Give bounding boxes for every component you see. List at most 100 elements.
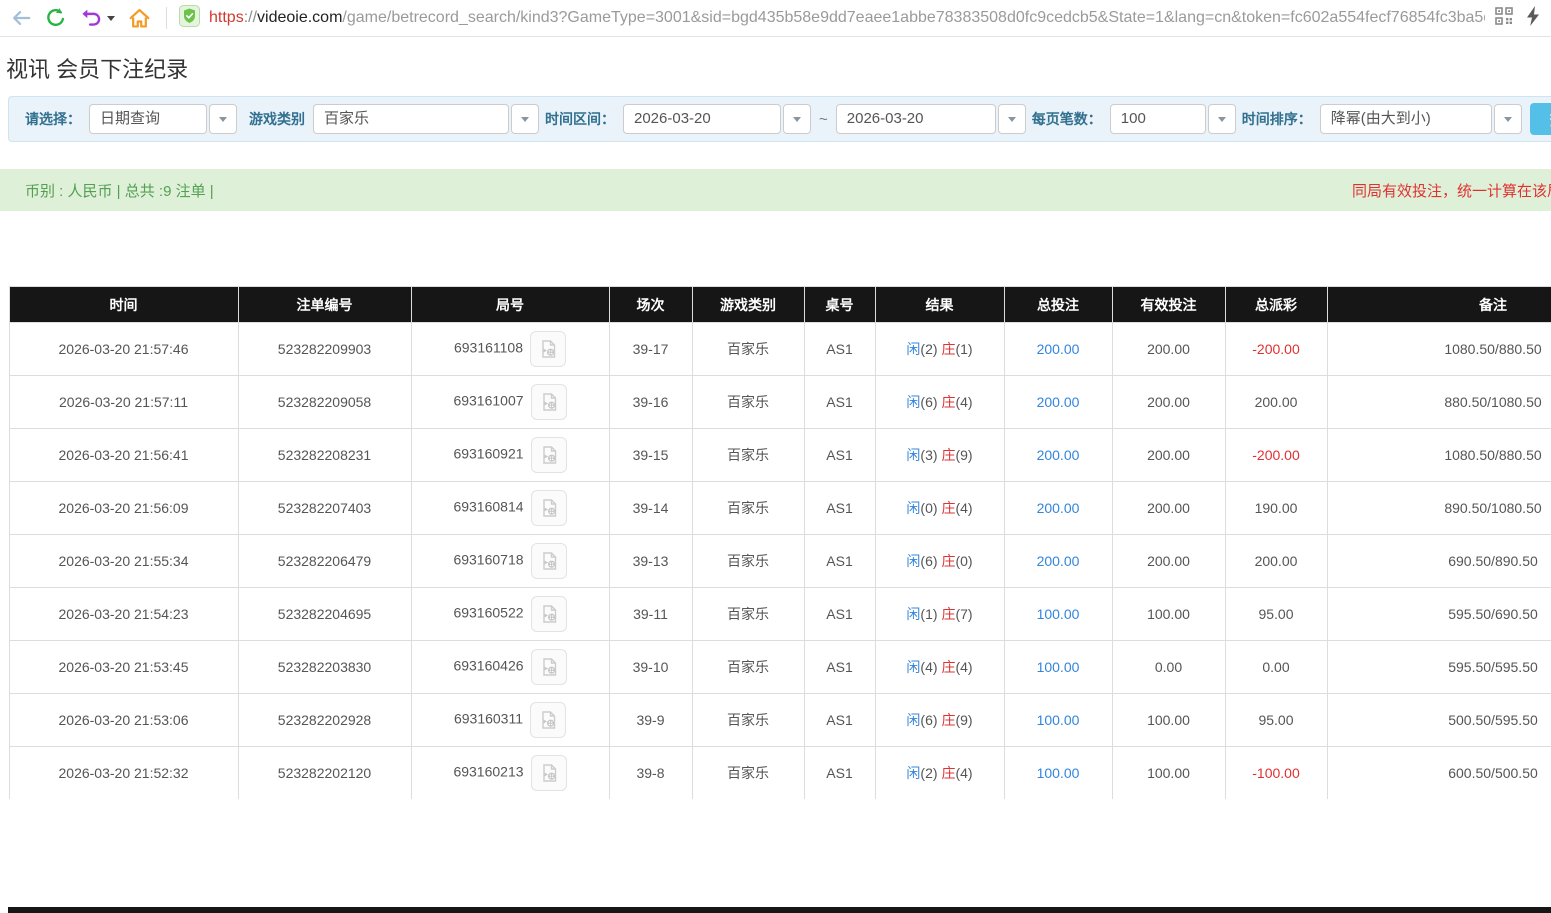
chevron-down-icon — [1218, 117, 1226, 122]
round-number: 693161007 — [453, 393, 523, 409]
refresh-icon[interactable] — [45, 7, 67, 29]
game-type-value[interactable]: 百家乐 — [313, 104, 509, 134]
date-to-dropdown-button[interactable] — [998, 104, 1026, 134]
result-player-points: (1) — [920, 606, 937, 622]
cell-result: 闲(3) 庄(9) — [875, 429, 1004, 482]
cell-table-no: AS1 — [804, 376, 875, 429]
undo-dropdown-caret[interactable] — [107, 16, 115, 21]
result-banker: 庄 — [941, 447, 955, 463]
sort-dropdown-button[interactable] — [1494, 104, 1522, 134]
total-valid-bet: 1300.00 — [1112, 853, 1225, 906]
back-icon[interactable] — [10, 7, 32, 29]
range-separator: ~ — [819, 111, 828, 128]
cell-total-bet[interactable]: 100.00 — [1004, 588, 1112, 641]
query-type-dropdown-button[interactable] — [209, 104, 237, 134]
video-replay-button[interactable] — [531, 543, 567, 579]
query-type-value[interactable]: 日期查询 — [89, 104, 207, 134]
cell-total-bet[interactable]: 200.00 — [1004, 535, 1112, 588]
result-banker-points: (1) — [955, 341, 972, 357]
cell-session: 39-14 — [609, 482, 692, 535]
game-type-dropdown-button[interactable] — [511, 104, 539, 134]
url-scheme: https — [209, 9, 244, 27]
cell-total-bet[interactable]: 200.00 — [1004, 376, 1112, 429]
video-replay-button[interactable] — [531, 384, 567, 420]
cell-round: 693161108 — [411, 323, 609, 376]
cell-session: 39-8 — [609, 747, 692, 800]
cell-game-type: 百家乐 — [692, 747, 804, 800]
records-table-wrap: 时间 注单编号 局号 场次 游戏类别 桌号 结果 总投注 有效投注 总派彩 备注… — [8, 286, 1551, 913]
chevron-down-icon — [521, 117, 529, 122]
video-replay-button[interactable] — [531, 437, 567, 473]
security-shield-icon[interactable] — [179, 5, 200, 32]
video-replay-button[interactable] — [531, 596, 567, 632]
cell-payout: 95.00 — [1225, 588, 1327, 641]
table-row: 2026-03-20 21:55:34 523282206479 6931607… — [9, 535, 1551, 588]
result-banker: 庄 — [941, 341, 955, 357]
sort-value[interactable]: 降幂(由大到小) — [1320, 104, 1492, 134]
cell-total-bet[interactable]: 200.00 — [1004, 323, 1112, 376]
page-size-dropdown-button[interactable] — [1208, 104, 1236, 134]
chevron-down-icon — [1504, 117, 1512, 122]
round-number: 693160213 — [453, 763, 523, 779]
cell-valid-bet: 200.00 — [1112, 535, 1225, 588]
cell-bet-id: 523282202120 — [238, 747, 411, 800]
cell-bet-id: 523282207403 — [238, 482, 411, 535]
video-replay-button[interactable] — [530, 702, 566, 738]
result-player: 闲 — [906, 765, 920, 781]
table-row: 2026-03-20 21:57:11 523282209058 6931610… — [9, 376, 1551, 429]
table-header-row: 时间 注单编号 局号 场次 游戏类别 桌号 结果 总投注 有效投注 总派彩 备注 — [9, 287, 1551, 323]
cell-total-bet[interactable]: 100.00 — [1004, 641, 1112, 694]
address-bar[interactable]: https://videoie.com/game/betrecord_searc… — [179, 5, 1541, 32]
result-banker-points: (4) — [955, 659, 972, 675]
cell-valid-bet: 100.00 — [1112, 694, 1225, 747]
page-size-value[interactable]: 100 — [1110, 104, 1206, 134]
cell-remark: 600.50/500.50 — [1327, 747, 1551, 800]
cell-total-bet[interactable]: 200.00 — [1004, 482, 1112, 535]
cell-result: 闲(2) 庄(4) — [875, 747, 1004, 800]
date-from-value[interactable]: 2026-03-20 — [623, 104, 781, 134]
cell-result: 闲(6) 庄(4) — [875, 376, 1004, 429]
filter-bar: 请选择： 日期查询 游戏类别 百家乐 时间区间： 2026-03-20 ~ 20… — [8, 96, 1551, 142]
cell-session: 39-13 — [609, 535, 692, 588]
date-to-value[interactable]: 2026-03-20 — [836, 104, 996, 134]
cell-result: 闲(0) 庄(4) — [875, 482, 1004, 535]
subtotal-count: 9 — [238, 800, 411, 853]
header-payout: 总派彩 — [1225, 287, 1327, 323]
cell-game-type: 百家乐 — [692, 694, 804, 747]
cell-round: 693160718 — [411, 535, 609, 588]
cell-result: 闲(4) 庄(4) — [875, 641, 1004, 694]
round-number: 693160311 — [454, 711, 523, 727]
table-row: 2026-03-20 21:54:23 523282204695 6931605… — [9, 588, 1551, 641]
qr-code-icon[interactable] — [1495, 7, 1513, 30]
cell-session: 39-15 — [609, 429, 692, 482]
cell-game-type: 百家乐 — [692, 323, 804, 376]
cell-total-bet[interactable]: 100.00 — [1004, 747, 1112, 800]
result-player-points: (2) — [920, 341, 937, 357]
lightning-icon[interactable] — [1525, 6, 1541, 31]
toolbar-divider — [166, 7, 167, 29]
search-button[interactable]: 查询 — [1530, 103, 1551, 135]
cell-bet-id: 523282209058 — [238, 376, 411, 429]
video-replay-button[interactable] — [531, 755, 567, 791]
subtotal-payout: 280.00 — [1225, 800, 1327, 853]
total-count: 9 — [238, 853, 411, 906]
page-size-combo: 100 — [1110, 104, 1236, 134]
cell-total-bet[interactable]: 100.00 — [1004, 694, 1112, 747]
cell-bet-id: 523282204695 — [238, 588, 411, 641]
result-player-points: (2) — [920, 765, 937, 781]
cell-remark: 690.50/890.50 — [1327, 535, 1551, 588]
header-table-no: 桌号 — [804, 287, 875, 323]
chevron-down-icon — [793, 117, 801, 122]
cell-total-bet[interactable]: 200.00 — [1004, 429, 1112, 482]
table-row: 2026-03-20 21:56:41 523282208231 6931609… — [9, 429, 1551, 482]
cell-remark: 880.50/1080.50 — [1327, 376, 1551, 429]
video-replay-button[interactable] — [530, 331, 566, 367]
header-time: 时间 — [9, 287, 238, 323]
date-from-dropdown-button[interactable] — [783, 104, 811, 134]
home-icon[interactable] — [128, 7, 151, 30]
total-total-bet: 1400.00 — [1004, 853, 1112, 906]
video-replay-button[interactable] — [531, 490, 567, 526]
cell-result: 闲(6) 庄(9) — [875, 694, 1004, 747]
undo-icon[interactable] — [80, 7, 102, 29]
video-replay-button[interactable] — [531, 649, 567, 685]
